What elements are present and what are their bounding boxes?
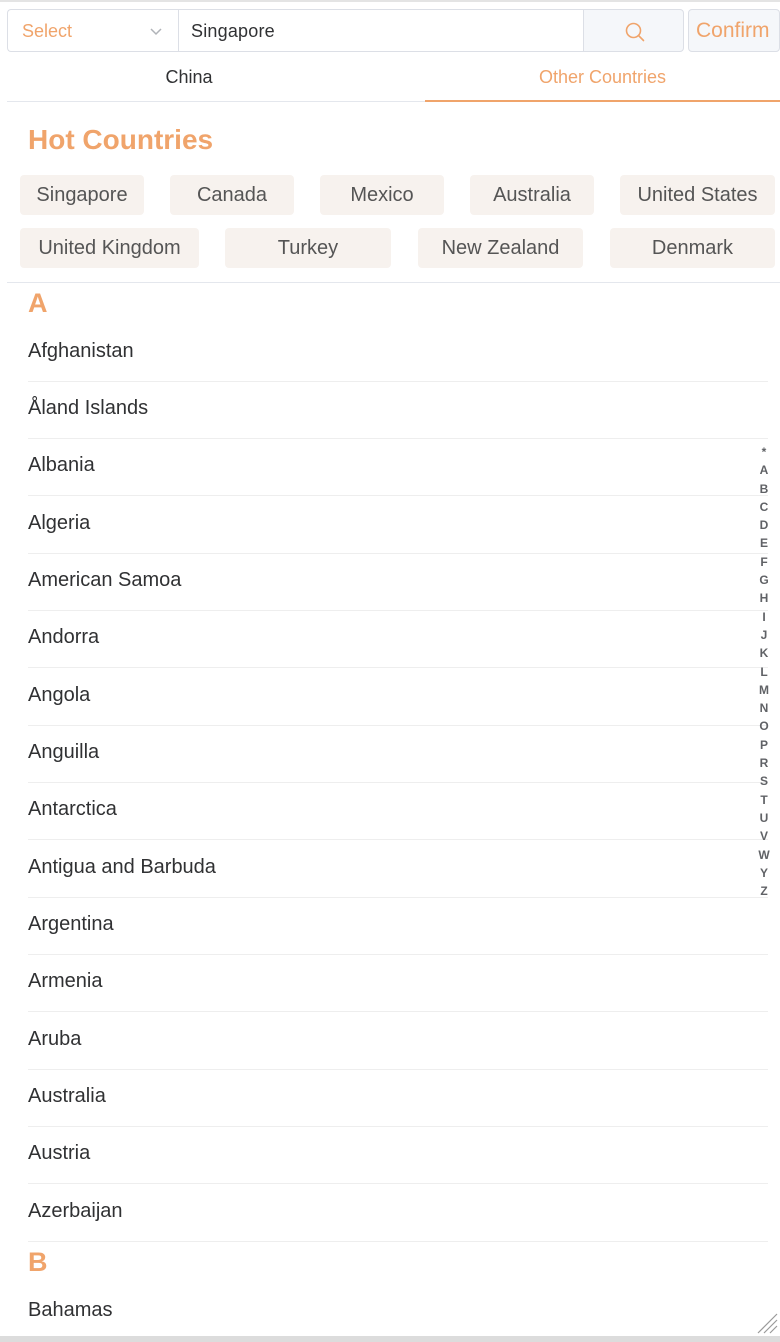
search-bar: Select Singapore Confirm [7, 9, 780, 52]
index-letter[interactable]: J [756, 626, 772, 644]
hot-country-chip[interactable]: Canada [170, 175, 294, 215]
search-button[interactable] [583, 9, 684, 52]
hot-country-chip[interactable]: Denmark [610, 228, 775, 268]
country-row[interactable]: Armenia [28, 955, 768, 1012]
index-letter[interactable]: T [756, 791, 772, 809]
index-letter[interactable]: F [756, 553, 772, 571]
index-letter[interactable]: W [756, 846, 772, 864]
country-name: Afghanistan [28, 340, 134, 362]
bottom-border [0, 1336, 780, 1342]
hot-country-chip[interactable]: Mexico [320, 175, 444, 215]
index-letter[interactable]: K [756, 644, 772, 662]
country-name: Antigua and Barbuda [28, 856, 216, 878]
index-letter[interactable]: V [756, 827, 772, 845]
confirm-label: Confirm [696, 19, 770, 42]
country-name: Aruba [28, 1028, 82, 1050]
index-letter[interactable]: G [756, 571, 772, 589]
hot-country-chip[interactable]: United States [620, 175, 775, 215]
index-letter[interactable]: H [756, 589, 772, 607]
country-name: Andorra [28, 626, 100, 648]
index-letter[interactable]: N [756, 699, 772, 717]
country-name: Algeria [28, 512, 91, 534]
country-row[interactable]: Algeria [28, 497, 768, 554]
country-row[interactable]: Anguilla [28, 726, 768, 783]
index-letter[interactable]: B [756, 480, 772, 498]
select-placeholder: Select [22, 21, 73, 41]
country-scope-select[interactable]: Select [7, 9, 178, 52]
resize-grip-icon[interactable] [756, 1312, 778, 1334]
hot-country-chip[interactable]: Turkey [225, 228, 391, 268]
index-letter[interactable]: U [756, 809, 772, 827]
tab-china[interactable]: China [7, 60, 371, 102]
index-letter[interactable]: P [756, 736, 772, 754]
index-letter[interactable]: E [756, 534, 772, 552]
tab-other-countries[interactable]: Other Countries [425, 60, 780, 102]
country-row[interactable]: Andorra [28, 611, 768, 668]
confirm-button[interactable]: Confirm [688, 9, 780, 52]
index-letter[interactable]: * [756, 443, 772, 461]
country-row[interactable]: Azerbaijan [28, 1185, 768, 1242]
country-name: Åland Islands [28, 397, 149, 419]
country-row[interactable]: Argentina [28, 898, 768, 955]
country-name: American Samoa [28, 569, 182, 591]
hot-country-chip[interactable]: Singapore [20, 175, 144, 215]
top-border [0, 0, 780, 4]
hot-country-chip[interactable]: Australia [470, 175, 594, 215]
index-letter[interactable]: A [756, 461, 772, 479]
country-name: Antarctica [28, 798, 117, 820]
country-row[interactable]: Albania [28, 439, 768, 496]
country-row[interactable]: Aruba [28, 1013, 768, 1070]
country-row[interactable]: Antarctica [28, 783, 768, 840]
alphabet-index-bar: * A B C D E F G H I J K L M N O P R S T … [756, 443, 772, 900]
index-letter[interactable]: M [756, 681, 772, 699]
index-letter[interactable]: I [756, 608, 772, 626]
country-row[interactable]: Åland Islands [28, 382, 768, 439]
country-name: Anguilla [28, 741, 100, 763]
country-row[interactable]: Antigua and Barbuda [28, 841, 768, 898]
country-row[interactable]: Angola [28, 669, 768, 726]
index-letter[interactable]: S [756, 772, 772, 790]
country-name: Australia [28, 1085, 106, 1107]
country-row[interactable]: American Samoa [28, 554, 768, 611]
hot-country-chip[interactable]: New Zealand [418, 228, 583, 268]
letter-heading-b: B [28, 1247, 48, 1277]
chevron-down-icon [148, 23, 164, 39]
country-name: Austria [28, 1142, 91, 1164]
index-letter[interactable]: L [756, 663, 772, 681]
index-letter[interactable]: Y [756, 864, 772, 882]
tab-bar: China Other Countries [7, 60, 780, 102]
hot-countries-title: Hot Countries [28, 124, 214, 155]
hot-country-chip[interactable]: United Kingdom [20, 228, 199, 268]
search-icon [625, 22, 645, 42]
country-row[interactable]: Bahamas [28, 1284, 768, 1341]
country-row[interactable]: Australia [28, 1070, 768, 1127]
country-name: Albania [28, 454, 95, 476]
search-query: Singapore [191, 21, 275, 41]
country-name: Bahamas [28, 1299, 113, 1321]
country-row[interactable]: Austria [28, 1127, 768, 1184]
index-letter[interactable]: C [756, 498, 772, 516]
country-name: Armenia [28, 970, 103, 992]
country-name: Azerbaijan [28, 1200, 123, 1222]
letter-heading-a: A [28, 288, 48, 318]
index-letter[interactable]: R [756, 754, 772, 772]
country-row[interactable]: Afghanistan [28, 325, 768, 382]
section-divider [7, 282, 780, 283]
search-input[interactable]: Singapore [178, 9, 584, 52]
country-name: Angola [28, 684, 91, 706]
index-letter[interactable]: O [756, 717, 772, 735]
index-letter[interactable]: Z [756, 882, 772, 900]
country-name: Argentina [28, 913, 114, 935]
index-letter[interactable]: D [756, 516, 772, 534]
